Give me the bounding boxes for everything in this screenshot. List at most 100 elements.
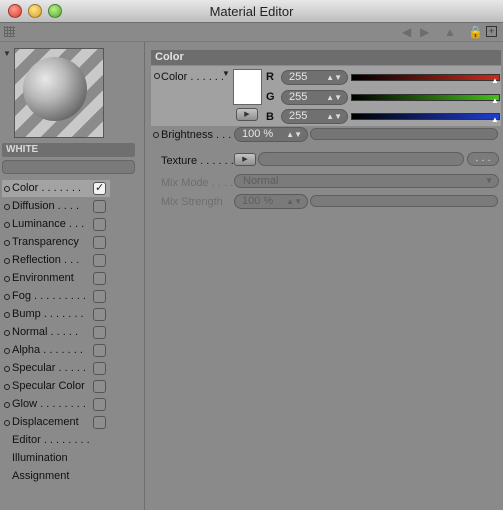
brightness-stepper-icon[interactable]: ▲▼ [286,128,302,141]
channel-checkbox[interactable] [93,416,106,429]
preview-menu-arrow-icon[interactable]: ▼ [3,49,11,58]
channel-label: Specular Color [12,380,85,392]
channel-item-displacement[interactable]: Displacement [2,414,110,431]
mix-mode-select[interactable]: Normal ▼ [234,174,499,188]
sidebar-item-label: Assignment [12,470,70,482]
channel-checkbox[interactable] [93,380,106,393]
channel-dot-icon [4,348,10,354]
channel-item-specular[interactable]: Specular . . . . . [2,360,110,377]
channel-label: Glow . . . . . . . . [12,398,86,410]
r-slider-handle-icon[interactable]: ▲ [491,76,499,85]
texture-field[interactable] [258,152,464,166]
channel-dot-icon [4,312,10,318]
mix-mode-dropdown-icon: ▼ [485,176,493,185]
material-preview[interactable] [14,48,104,138]
material-name[interactable]: WHITE [2,143,135,157]
sidebar-item-editor[interactable]: Editor . . . . . . . . [2,432,110,449]
channel-dot-icon [4,294,10,300]
channel-checkbox[interactable] [93,344,106,357]
texture-browse-button[interactable]: . . . [467,152,499,166]
color-swatch[interactable] [233,69,262,105]
channel-item-luminance[interactable]: Luminance . . . [2,216,110,233]
brightness-value-field[interactable]: 100 % ▲▼ [234,127,308,142]
new-window-icon[interactable]: + [486,26,497,37]
channel-item-diffusion[interactable]: Diffusion . . . . [2,198,110,215]
texture-arrow-button[interactable]: ▶ [234,153,256,166]
channel-item-color[interactable]: Color . . . . . . . ✓ [2,180,110,197]
back-arrow-icon[interactable]: ◀ [402,25,411,39]
channel-item-bump[interactable]: Bump . . . . . . . [2,306,110,323]
mix-strength-value-field[interactable]: 100 % ▲▼ [234,194,308,209]
channel-checkbox[interactable] [93,308,106,321]
b-value-field[interactable]: 255 ▲▼ [281,109,348,124]
mix-mode-label: Mix Mode . . . . [161,177,234,189]
channel-item-normal[interactable]: Normal . . . . . [2,324,110,341]
channel-checkbox[interactable] [93,398,106,411]
channel-checkbox[interactable] [93,236,106,249]
preview-sphere [23,57,87,121]
up-arrow-icon[interactable]: ▲ [444,25,456,39]
color-channel-panel: Color Color . . . . . . ▼ ▶ R 255 ▲▼ ▲ G … [146,42,503,510]
brightness-slider[interactable] [310,128,498,140]
channel-label: Alpha . . . . . . . [12,344,83,356]
checkmark-icon: ✓ [95,182,105,194]
channel-item-environment[interactable]: Environment [2,270,110,287]
channel-item-fog[interactable]: Fog . . . . . . . . . [2,288,110,305]
grid-handle-icon[interactable] [4,26,15,37]
g-label: G [266,91,275,103]
g-slider-handle-icon[interactable]: ▲ [491,96,499,105]
channel-label: Diffusion . . . . [12,200,80,212]
channel-checkbox[interactable] [93,362,106,375]
sidebar-item-assignment[interactable]: Assignment [2,468,110,485]
channel-sidebar: ▼ WHITE Color . . . . . . . ✓ Diffusion . … [0,42,145,510]
mix-strength-slider[interactable] [310,195,498,207]
r-label: R [266,71,274,83]
r-stepper-icon[interactable]: ▲▼ [326,71,342,84]
channel-item-transparency[interactable]: Transparency [2,234,110,251]
channel-label: Color . . . . . . . [12,182,82,194]
channel-checkbox[interactable] [93,200,106,213]
channel-dot-icon [4,240,10,246]
forward-arrow-icon[interactable]: ▶ [420,25,429,39]
b-stepper-icon[interactable]: ▲▼ [326,110,342,123]
b-slider-handle-icon[interactable]: ▲ [491,115,499,124]
brightness-animate-dot-icon[interactable] [153,132,159,138]
channel-item-alpha[interactable]: Alpha . . . . . . . [2,342,110,359]
channel-dot-icon [4,222,10,228]
material-name-field[interactable] [2,160,135,174]
channel-dot-icon [4,276,10,282]
section-header-color: Color [151,50,501,65]
channel-item-reflection[interactable]: Reflection . . . [2,252,110,269]
channel-dot-icon [4,330,10,336]
color-expand-button[interactable]: ▶ [236,108,258,121]
channel-label: Environment [12,272,74,284]
color-label: Color . . . . . . [161,71,224,83]
channel-dot-icon [4,186,10,192]
sidebar-item-label: Illumination [12,452,68,464]
b-slider[interactable] [351,113,500,120]
mix-strength-stepper-icon[interactable]: ▲▼ [286,195,302,208]
color-menu-arrow-icon[interactable]: ▼ [222,69,230,78]
channel-label: Displacement [12,416,79,428]
animate-dot-icon[interactable] [154,73,160,79]
channel-checkbox[interactable] [93,290,106,303]
g-value-field[interactable]: 255 ▲▼ [281,90,348,105]
channel-checkbox[interactable] [93,254,106,267]
channel-checkbox[interactable] [93,218,106,231]
lock-icon[interactable]: 🔒 [468,25,483,39]
channel-checkbox[interactable] [93,272,106,285]
channel-checkbox[interactable] [93,326,106,339]
r-slider[interactable] [351,74,500,81]
channel-label: Bump . . . . . . . [12,308,84,320]
channel-label: Normal . . . . . [12,326,79,338]
sidebar-item-illumination[interactable]: Illumination [2,450,110,467]
g-slider[interactable] [351,94,500,101]
channel-item-specular-color[interactable]: Specular Color [2,378,110,395]
mix-strength-label: Mix Strength [161,196,223,208]
channel-item-glow[interactable]: Glow . . . . . . . . [2,396,110,413]
r-value-field[interactable]: 255 ▲▼ [281,70,348,85]
g-stepper-icon[interactable]: ▲▼ [326,91,342,104]
texture-label: Texture . . . . . . . [161,155,240,167]
channel-dot-icon [4,384,10,390]
channel-checkbox[interactable]: ✓ [93,182,106,195]
